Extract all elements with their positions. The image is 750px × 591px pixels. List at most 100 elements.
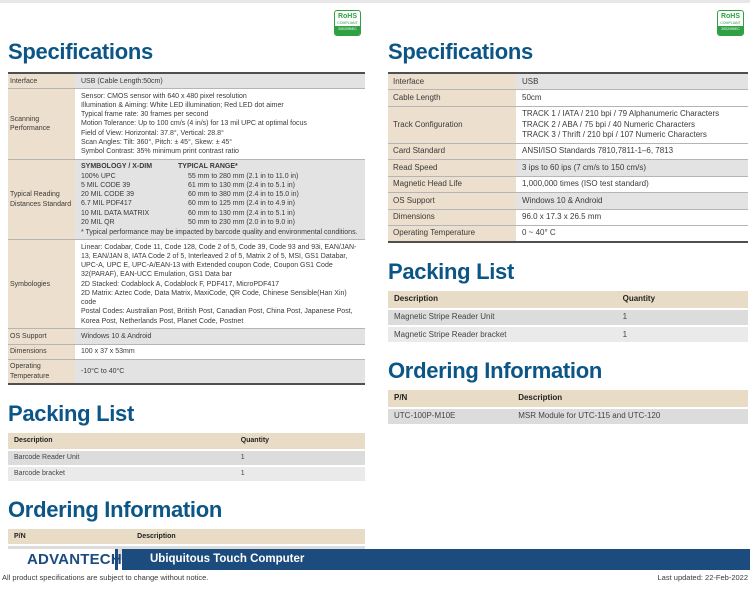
spec-row-value: 1,000,000 times (ISO test standard): [516, 176, 748, 192]
rohs-badge-code: 2002/95/EC: [335, 26, 360, 35]
symbology-range: 61 mm to 130 mm (2.4 in to 5.1 in): [178, 181, 361, 190]
column-header: Quantity: [617, 291, 748, 308]
symbology-header-col2: TYPICAL RANGE*: [178, 162, 361, 171]
spec-value-line: TRACK 1 / IATA / 210 bpi / 79 Alphanumer…: [522, 109, 744, 119]
footer-notes: All product specifications are subject t…: [0, 573, 750, 582]
symbology-name: 20 MIL CODE 39: [81, 190, 178, 199]
spec-value-line: Postal Codes: Australian Post, British P…: [81, 307, 361, 325]
spec-value-line: ANSI/ISO Standards 7810,7811-1–6, 7813: [522, 146, 744, 156]
table-row: Magnetic Stripe Reader bracket1: [388, 326, 748, 342]
symbology-name: 20 MIL QR: [81, 218, 178, 227]
rohs-badge-code: 2002/95/EC: [718, 26, 743, 35]
symbology-data-row: 5 MIL CODE 3961 mm to 130 mm (2.4 in to …: [81, 181, 361, 190]
symbology-range: 60 mm to 380 mm (2.4 in to 15.0 in): [178, 190, 361, 199]
column-header: Description: [388, 291, 617, 308]
table-cell: 1: [617, 309, 748, 326]
spec-row: Operating Temperature0 ~ 40° C: [388, 225, 748, 242]
spec-row-label: Interface: [8, 73, 75, 89]
footer-disclaimer: All product specifications are subject t…: [2, 573, 208, 582]
spec-row: Interface USB: [388, 73, 748, 90]
specifications-heading-left: Specifications: [8, 40, 365, 64]
spec-row-value: Windows 10 & Android: [75, 329, 365, 344]
symbology-header-row: SYMBOLOGY / X-DIMTYPICAL RANGE*: [81, 162, 361, 171]
packing-list-table-right: DescriptionQuantityMagnetic Stripe Reade…: [388, 291, 748, 342]
spec-row-label: Typical Reading Distances Standard: [8, 159, 75, 239]
spec-row: Card Standard ANSI/ISO Standards 7810,781…: [388, 143, 748, 159]
column-header: P/N: [8, 529, 131, 545]
spec-value-line: 50cm: [522, 93, 744, 103]
spec-row-label: OS Support: [8, 329, 75, 344]
spec-row-value: 96.0 x 17.3 x 26.5 mm: [516, 209, 748, 225]
spec-row-label: Scanning Performance: [8, 89, 75, 160]
table-header-row: DescriptionQuantity: [388, 291, 748, 308]
table-header-row: P/NDescription: [8, 529, 365, 545]
ordering-information-heading-left: Ordering Information: [8, 498, 365, 522]
spec-row-value: ANSI/ISO Standards 7810,7811-1–6, 7813: [516, 143, 748, 159]
spec-row-label: Operating Temperature: [8, 359, 75, 384]
table-cell: MSR Module for UTC-115 and UTC-120: [512, 408, 748, 424]
page-footer: ADVANTECH Ubiquitous Touch Computer All …: [0, 549, 750, 582]
spec-value-line: Motion Tolerance: Up to 100 cm/s (4 in/s…: [81, 119, 361, 128]
spec-row: Read Speed3 ips to 60 ips (7 cm/s to 150…: [388, 160, 748, 176]
spec-row-value: 0 ~ 40° C: [516, 225, 748, 242]
spec-row-value: USB: [516, 73, 748, 90]
spec-row-label: Card Standard: [388, 143, 516, 159]
rohs-compliance-badge: RoHS COMPLIANT 2002/95/EC: [334, 10, 361, 36]
symbology-name: 100% UPC: [81, 172, 178, 181]
table-cell: Magnetic Stripe Reader bracket: [388, 326, 617, 342]
spec-value-line: USB: [522, 77, 744, 87]
ordering-information-table-right: P/NDescriptionUTC-100P-M10EMSR Module fo…: [388, 390, 748, 424]
table-cell: 1: [235, 466, 365, 481]
footer-bar: ADVANTECH Ubiquitous Touch Computer: [0, 549, 750, 570]
column-header: Description: [8, 433, 235, 449]
spec-value-line: 3 ips to 60 ips (7 cm/s to 150 cm/s): [522, 163, 744, 173]
spec-value-line: -10°C to 40°C: [81, 367, 361, 376]
spec-value-line: 1,000,000 times (ISO test standard): [522, 179, 744, 189]
table-header-row: P/NDescription: [388, 390, 748, 407]
column-header: Description: [131, 529, 365, 545]
symbology-range: 60 mm to 125 mm (2.4 in to 4.9 in): [178, 199, 361, 208]
spec-row-value: -10°C to 40°C: [75, 359, 365, 384]
table-row: UTC-100P-M10EMSR Module for UTC-115 and …: [388, 408, 748, 424]
packing-list-heading-left: Packing List: [8, 402, 365, 426]
spec-row: OS SupportWindows 10 & Android: [388, 193, 748, 209]
spec-row-value: Linear: Codabar, Code 11, Code 128, Code…: [75, 240, 365, 329]
spec-row: OS SupportWindows 10 & Android: [8, 329, 365, 344]
spec-row: Interface USB (Cable Length:50cm): [8, 73, 365, 89]
spec-row: Dimensions100 x 37 x 53mm: [8, 344, 365, 359]
symbology-header-col1: SYMBOLOGY / X-DIM: [81, 162, 178, 171]
spec-row: Magnetic Head Life1,000,000 times (ISO t…: [388, 176, 748, 192]
spec-row: Typical Reading Distances StandardSYMBOL…: [8, 159, 365, 239]
rohs-badge-subtitle: COMPLIANT: [720, 21, 740, 25]
spec-value-line: USB (Cable Length:50cm): [81, 77, 361, 86]
spec-row-label: Operating Temperature: [388, 225, 516, 242]
spec-row-label: Interface: [388, 73, 516, 90]
spec-row-value: USB (Cable Length:50cm): [75, 73, 365, 89]
footer-last-updated: Last updated: 22-Feb-2022: [658, 573, 748, 582]
symbology-name: 5 MIL CODE 39: [81, 181, 178, 190]
table-cell: UTC-100P-M10E: [388, 408, 512, 424]
packing-list-table-left: DescriptionQuantityBarcode Reader Unit1B…: [8, 433, 365, 481]
spec-value-line: Illumination & Aiming: White LED illumin…: [81, 101, 361, 110]
spec-value-line: 96.0 x 17.3 x 26.5 mm: [522, 212, 744, 222]
symbology-name: 10 MIL DATA MATRIX: [81, 209, 178, 218]
spec-value-line: Symbol Contrast: 35% minimum print contr…: [81, 147, 361, 156]
packing-list-heading-right: Packing List: [388, 260, 748, 284]
spec-row-value: TRACK 1 / IATA / 210 bpi / 79 Alphanumer…: [516, 106, 748, 143]
spec-row-value: SYMBOLOGY / X-DIMTYPICAL RANGE*100% UPC5…: [75, 159, 365, 239]
rohs-badge-title: RoHS: [721, 12, 740, 21]
column-header: Quantity: [235, 433, 365, 449]
symbology-data-row: 10 MIL DATA MATRIX60 mm to 130 mm (2.4 i…: [81, 209, 361, 218]
spec-value-line: Typical frame rate: 30 frames per second: [81, 110, 361, 119]
spec-value-line: Linear: Codabar, Code 11, Code 128, Code…: [81, 243, 361, 280]
symbology-name: 6.7 MIL PDF417: [81, 199, 178, 208]
spec-value-line: Windows 10 & Android: [522, 196, 744, 206]
table-row: Magnetic Stripe Reader Unit1: [388, 309, 748, 326]
spec-value-line: Sensor: CMOS sensor with 640 x 480 pixel…: [81, 92, 361, 101]
datasheet-page: RoHS COMPLIANT 2002/95/EC Specifications…: [0, 0, 750, 591]
spec-row: Dimensions96.0 x 17.3 x 26.5 mm: [388, 209, 748, 225]
advantech-logo: ADVANTECH: [0, 549, 115, 570]
symbology-range: 60 mm to 130 mm (2.4 in to 5.1 in): [178, 209, 361, 218]
column-header: P/N: [388, 390, 512, 407]
ordering-information-heading-right: Ordering Information: [388, 359, 748, 383]
